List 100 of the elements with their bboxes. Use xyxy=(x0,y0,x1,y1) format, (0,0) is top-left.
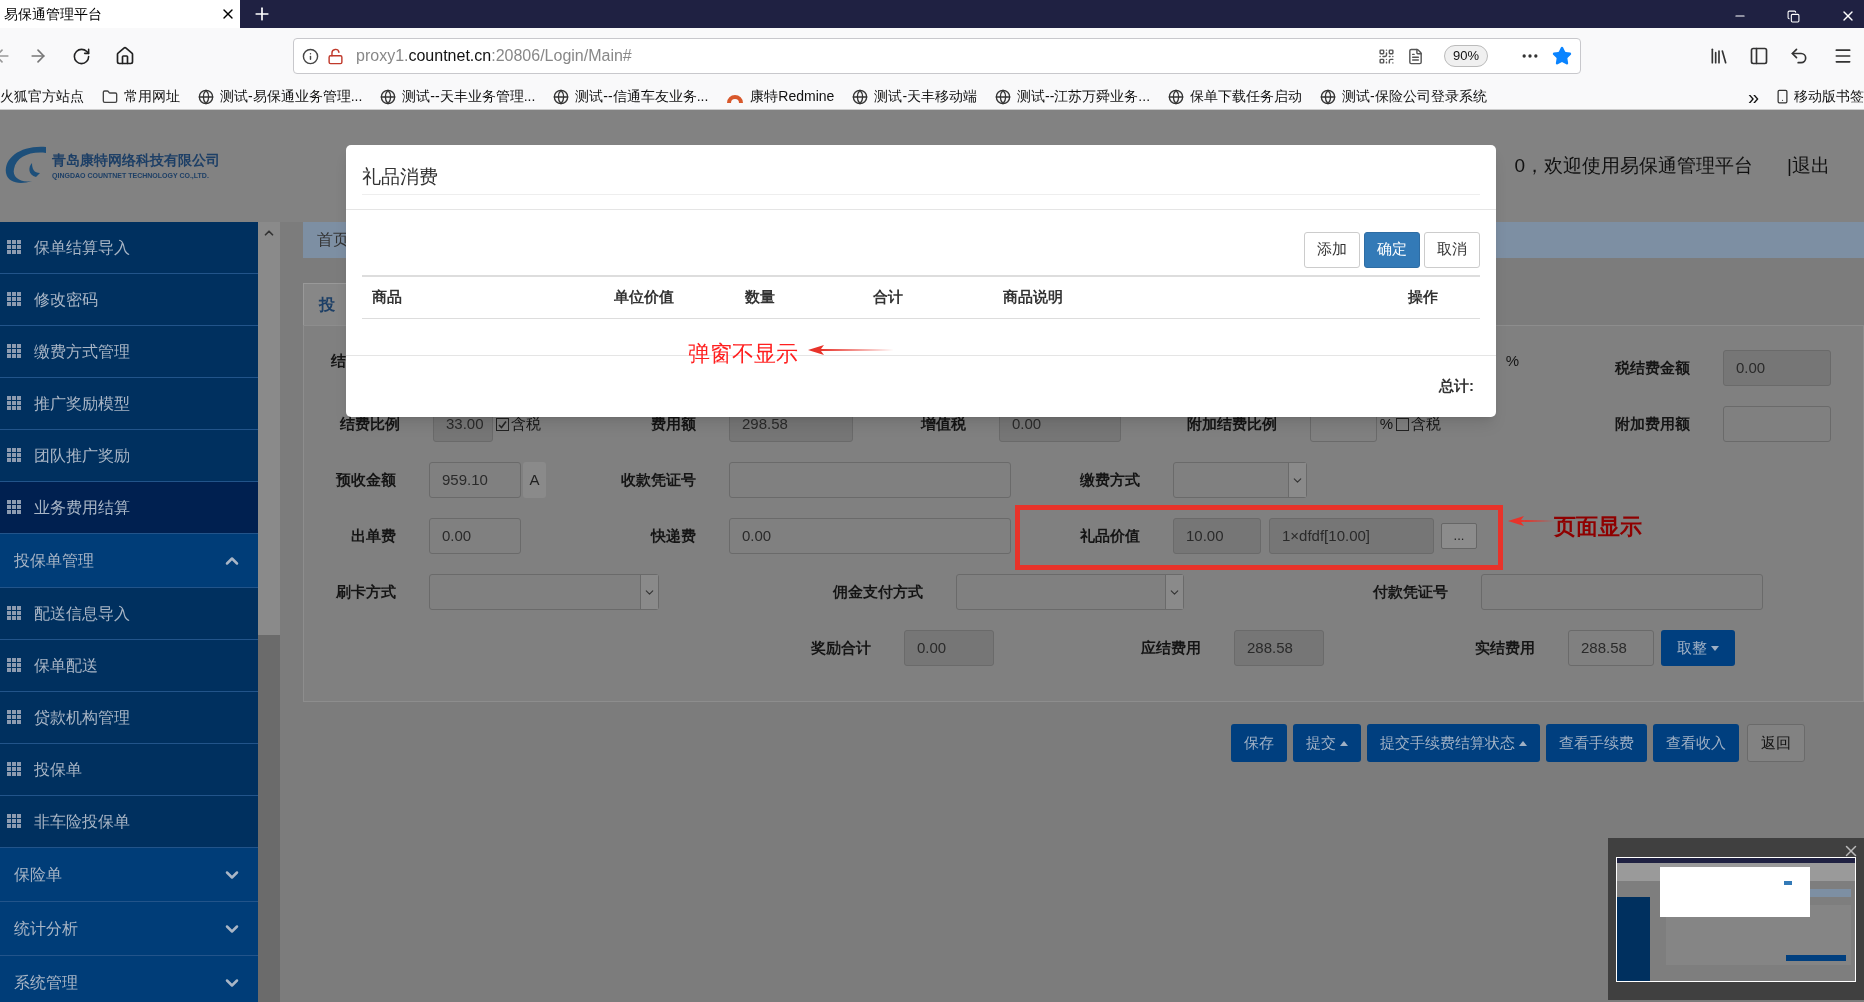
input-field[interactable]: 0.00 xyxy=(429,518,521,554)
action-button[interactable]: 保存 xyxy=(1231,724,1287,762)
field-label: 结费比例 xyxy=(340,413,400,434)
dialog-button[interactable]: 确定 xyxy=(1364,231,1420,268)
bookmark-link[interactable]: 测试-易保通业务管理... xyxy=(220,86,363,107)
field-label: 刷卡方式 xyxy=(336,581,396,602)
input-field[interactable]: 0.00 xyxy=(729,518,1011,554)
item-label: 缴费方式管理 xyxy=(34,341,130,362)
grid-icon xyxy=(7,606,22,621)
action-button[interactable]: 提交 xyxy=(1293,724,1361,762)
field-label: 佣金支付方式 xyxy=(833,581,923,602)
sidebar-group[interactable]: 统计分析 xyxy=(0,902,258,956)
dialog-button[interactable]: 取消 xyxy=(1424,231,1480,268)
sidebar-group[interactable]: 保险单 xyxy=(0,848,258,902)
folder-icon xyxy=(102,88,118,105)
field-label: 增值税 xyxy=(921,413,966,434)
overflow-chevrons[interactable]: » xyxy=(1747,81,1759,112)
undo-icon[interactable] xyxy=(1789,46,1809,66)
qr-code-icon[interactable] xyxy=(1377,47,1395,65)
caret-icon xyxy=(1340,740,1348,746)
group-label: 投保单管理 xyxy=(14,550,94,571)
field-label: 收款凭证号 xyxy=(621,469,696,490)
column-header: 单位价值 xyxy=(614,288,674,305)
field-label: 缴费方式 xyxy=(1080,469,1140,490)
bookmark-link[interactable]: 测试--天丰业务管理... xyxy=(402,86,536,107)
action-button[interactable]: 查看手续费 xyxy=(1546,724,1647,762)
bookmark-link[interactable]: 保单下载任务启动 xyxy=(1190,86,1303,107)
reload-icon[interactable] xyxy=(72,46,91,66)
reader-icon[interactable] xyxy=(1406,47,1424,65)
menu-icon[interactable] xyxy=(1833,46,1853,66)
item-label: 贷款机构管理 xyxy=(34,707,130,728)
dialog-title: 礼品消费 xyxy=(362,166,438,187)
select-field[interactable] xyxy=(956,574,1184,610)
bookmark-link[interactable]: 测试--江苏万舜业务... xyxy=(1017,86,1151,107)
checkbox[interactable] xyxy=(1396,417,1409,431)
column-header: 商品说明 xyxy=(1003,288,1063,305)
tab-title: 易保通管理平台 xyxy=(4,4,102,24)
select-field[interactable] xyxy=(1173,462,1307,498)
sidebar-icon[interactable] xyxy=(1749,46,1769,66)
star-icon[interactable] xyxy=(1552,46,1572,66)
scrollbar[interactable] xyxy=(258,222,280,1002)
field-label: 预收金额 xyxy=(336,469,396,490)
globe-icon xyxy=(1320,88,1337,105)
bookmark-link[interactable]: 火狐官方站点 xyxy=(0,86,84,107)
info-icon[interactable] xyxy=(302,47,319,65)
dialog-button[interactable]: 添加 xyxy=(1304,231,1360,268)
column-header: 合计 xyxy=(873,288,903,305)
input-field[interactable]: 959.10 xyxy=(429,462,521,498)
checkbox-label: 含税 xyxy=(1411,413,1441,434)
column-header: 数量 xyxy=(745,288,775,305)
grid-icon xyxy=(7,344,22,359)
sidebar-group[interactable]: 系统管理 xyxy=(0,956,258,1002)
annotation-note: 页面显示 xyxy=(1554,512,1642,541)
action-button[interactable]: 提交手续费结算状态 xyxy=(1367,724,1540,762)
bookmark-link[interactable]: 测试-天丰移动端 xyxy=(874,86,978,107)
bookmark-link[interactable]: 康特Redmine xyxy=(750,86,835,107)
bookmark-link[interactable]: 测试--信通车友业务... xyxy=(575,86,709,107)
grid-icon xyxy=(7,396,22,411)
unit-label: % xyxy=(1379,413,1393,434)
sidebar-item[interactable]: 业务费用结算 xyxy=(0,482,258,534)
field-label: 出单费 xyxy=(351,525,396,546)
field-label: 奖励合计 xyxy=(811,637,871,658)
unit-label: % xyxy=(1505,351,1519,371)
address-bar[interactable]: proxy1.countnet.cn:20806/Login/Main# 90% xyxy=(293,38,1581,74)
grid-icon xyxy=(7,292,22,307)
round-dropdown-button[interactable]: 取整 xyxy=(1661,630,1735,666)
group-label: 系统管理 xyxy=(14,972,78,993)
item-label: 投保单 xyxy=(34,759,82,780)
input-addon: A xyxy=(523,462,546,498)
item-label: 推广奖励模型 xyxy=(34,393,130,414)
input-field[interactable]: 288.58 xyxy=(1568,630,1654,666)
action-button[interactable]: 查看收入 xyxy=(1653,724,1739,762)
insecure-lock-icon[interactable] xyxy=(327,47,344,65)
library-icon[interactable] xyxy=(1709,46,1729,66)
browse-button[interactable]: ... xyxy=(1441,523,1477,549)
welcome-text: 0，欢迎使用易保通管理平台 xyxy=(1514,153,1754,178)
grid-icon xyxy=(7,448,22,463)
logout-link[interactable]: |退出 xyxy=(1787,151,1830,181)
caret-icon xyxy=(1711,645,1719,651)
sidebar-group[interactable]: 投保单管理 xyxy=(0,534,258,588)
select-field[interactable] xyxy=(429,574,659,610)
field-label: 快递费 xyxy=(651,525,696,546)
caret-icon xyxy=(1519,740,1527,746)
field-label: 应结费用 xyxy=(1141,637,1201,658)
item-label: 配送信息导入 xyxy=(34,603,130,624)
grid-icon xyxy=(7,814,22,829)
grid-icon xyxy=(7,710,22,725)
action-button[interactable]: 返回 xyxy=(1747,724,1805,762)
browser-tab[interactable]: 易保通管理平台 xyxy=(0,0,240,28)
bookmark-link[interactable]: 测试-保险公司登录系统 xyxy=(1342,86,1487,107)
bookmark-link[interactable]: 移动版书签 xyxy=(1794,86,1864,107)
checkbox[interactable] xyxy=(496,417,509,431)
checkbox-label: 含税 xyxy=(511,413,541,434)
home-icon[interactable] xyxy=(115,46,135,66)
zoom-level[interactable]: 90% xyxy=(1443,45,1488,67)
item-label: 保单配送 xyxy=(34,655,98,676)
bookmark-link[interactable]: 常用网址 xyxy=(124,86,180,107)
restore-icon[interactable] xyxy=(1787,9,1800,23)
field-label: 附加结费比例 xyxy=(1186,413,1277,434)
globe-icon xyxy=(380,88,397,105)
